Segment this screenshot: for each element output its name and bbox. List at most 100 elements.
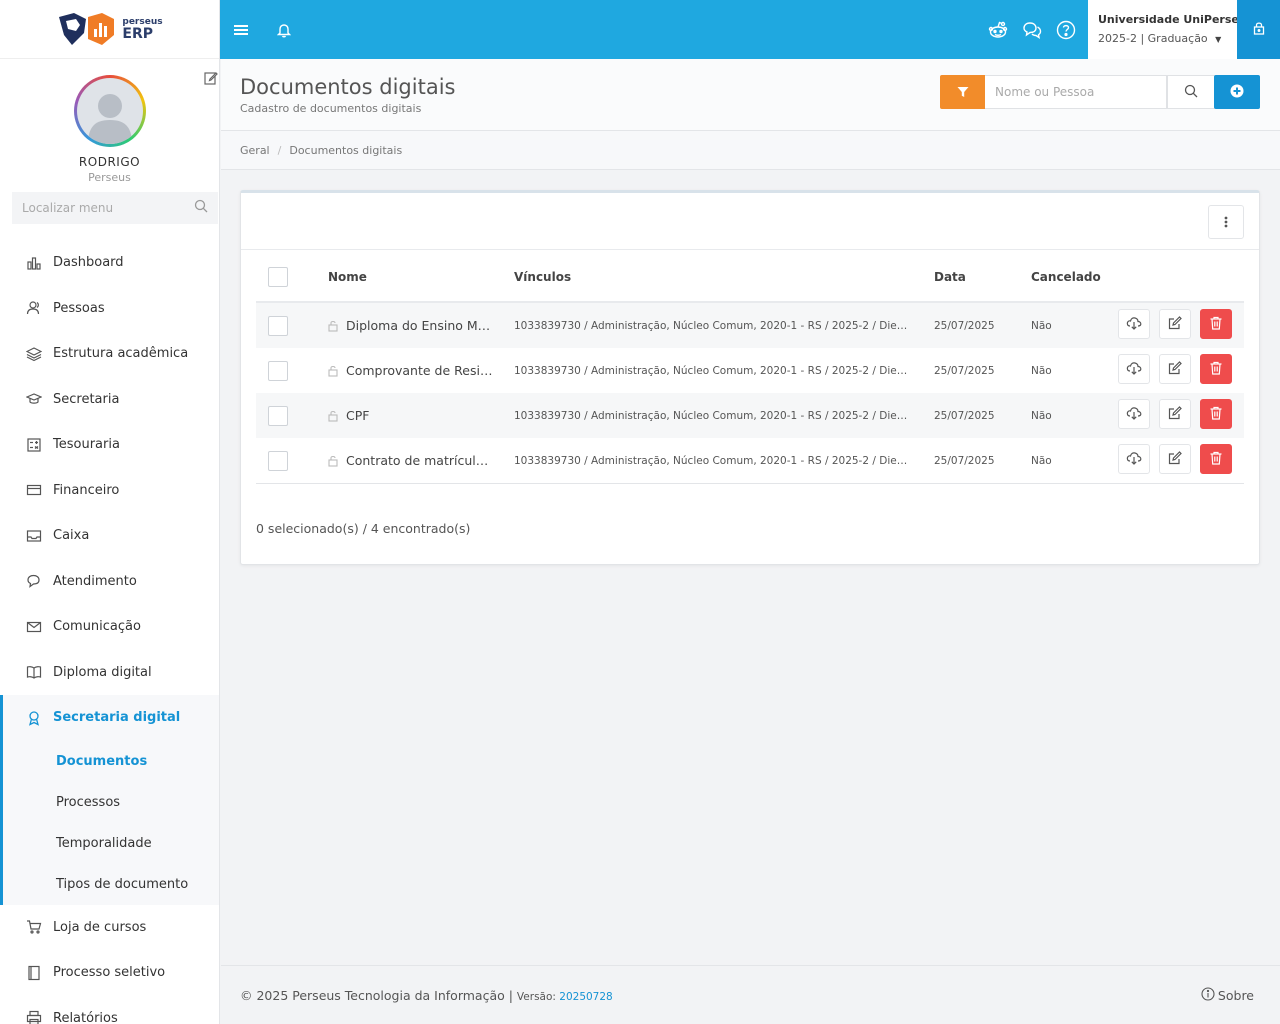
sidebar-item-label: Processo seletivo (53, 965, 166, 981)
download-button[interactable] (1118, 444, 1150, 474)
sidebar-item-financeiro[interactable]: Financeiro (0, 468, 219, 514)
documents-table: Nome Vínculos Data Cancelado Diploma do … (256, 250, 1244, 484)
sidebar-item-secretaria-digital[interactable]: Secretaria digital (3, 695, 219, 741)
table-row[interactable]: Contrato de matrícula assinado 103383973… (256, 438, 1244, 483)
edit-button[interactable] (1159, 354, 1191, 384)
search-icon[interactable] (194, 199, 208, 217)
bell-icon[interactable] (274, 0, 294, 59)
row-checkbox-cell (268, 303, 288, 348)
download-button[interactable] (1118, 354, 1150, 384)
inbox-icon (25, 527, 43, 545)
document-name-cell: Comprovante de Residência (328, 348, 494, 393)
document-links: 1033839730 / Administração, Núcleo Comum… (514, 454, 909, 467)
perseus-logo-mark (59, 13, 115, 45)
header-vinculos[interactable]: Vínculos (514, 250, 571, 303)
lock-button[interactable] (1237, 0, 1280, 59)
breadcrumb-item-geral[interactable]: Geral (240, 144, 270, 157)
help-icon[interactable] (1054, 0, 1078, 59)
header-data[interactable]: Data (934, 250, 966, 303)
period-selector[interactable]: 2025-2 | Graduação ▼ (1098, 32, 1227, 45)
delete-button[interactable] (1200, 399, 1232, 429)
select-all-checkbox[interactable] (268, 266, 288, 287)
menu-search-input[interactable] (22, 201, 194, 215)
document-canceled: Não (1031, 454, 1052, 467)
sidebar-item-processo-seletivo[interactable]: Processo seletivo (0, 950, 219, 996)
document-links-cell: 1033839730 / Administração, Núcleo Comum… (514, 348, 909, 393)
user-name: RODRIGO (78, 155, 141, 169)
document-date: 25/07/2025 (934, 409, 995, 422)
document-links: 1033839730 / Administração, Núcleo Comum… (514, 409, 909, 422)
document-date: 25/07/2025 (934, 319, 995, 332)
delete-button[interactable] (1200, 444, 1232, 474)
sidebar-item-estrutura-academica[interactable]: Estrutura acadêmica (0, 331, 219, 377)
sidebar-subitem-tipos-de-documento[interactable]: Tipos de documento (3, 864, 219, 905)
download-button[interactable] (1118, 309, 1150, 339)
table-row[interactable]: CPF 1033839730 / Administração, Núcleo C… (256, 393, 1244, 438)
chat-bubbles-icon[interactable] (1020, 0, 1044, 59)
sidebar-item-label: Secretaria digital (53, 710, 181, 726)
unlock-icon (328, 410, 338, 422)
sidebar-item-comunicacao[interactable]: Comunicação (0, 604, 219, 650)
table-row[interactable]: Diploma do Ensino Médio 1033839730 / Adm… (256, 303, 1244, 348)
footer-version-link[interactable]: 20250728 (559, 991, 612, 1003)
sidebar-item-tesouraria[interactable]: Tesouraria (0, 422, 219, 468)
edit-button[interactable] (1159, 399, 1191, 429)
sidebar-item-label: Secretaria (53, 391, 120, 407)
university-selector[interactable]: Universidade UniPerseus 2025-2 | Graduaç… (1088, 0, 1253, 59)
sidebar-item-dashboard[interactable]: Dashboard (0, 240, 219, 286)
cart-icon (25, 918, 43, 936)
header-cancelado[interactable]: Cancelado (1031, 250, 1101, 303)
hamburger-menu-icon[interactable] (230, 0, 252, 59)
delete-button[interactable] (1200, 309, 1232, 339)
chat-icon (25, 572, 43, 590)
sidebar-item-label: Loja de cursos (53, 919, 147, 935)
header-nome[interactable]: Nome (328, 250, 367, 303)
row-checkbox[interactable] (268, 360, 288, 381)
edit-icon (1168, 315, 1182, 333)
user-org: Perseus (88, 171, 131, 184)
filter-button[interactable] (940, 75, 985, 109)
award-icon (25, 709, 43, 727)
edit-profile-icon[interactable] (203, 71, 219, 87)
documents-card: Nome Vínculos Data Cancelado Diploma do … (240, 190, 1260, 565)
row-checkbox[interactable] (268, 450, 288, 471)
document-canceled: Não (1031, 319, 1052, 332)
add-button[interactable] (1214, 75, 1260, 109)
avatar[interactable] (73, 75, 146, 147)
sidebar-item-loja-de-cursos[interactable]: Loja de cursos (0, 905, 219, 951)
unlock-icon (328, 455, 338, 467)
layers-icon (25, 345, 43, 363)
sidebar-item-caixa[interactable]: Caixa (0, 513, 219, 559)
reddit-icon[interactable] (986, 0, 1010, 59)
edit-button[interactable] (1159, 444, 1191, 474)
footer-version-label: Versão: (516, 991, 560, 1003)
sidebar-subitem-documentos[interactable]: Documentos (3, 741, 219, 782)
row-checkbox[interactable] (268, 405, 288, 426)
sidebar-subitem-processos[interactable]: Processos (3, 782, 219, 823)
download-button[interactable] (1118, 399, 1150, 429)
document-name-cell: Diploma do Ensino Médio (328, 303, 494, 348)
cloud-download-icon (1126, 451, 1142, 468)
sidebar-item-diploma-digital[interactable]: Diploma digital (0, 650, 219, 696)
search-button[interactable] (1167, 75, 1215, 109)
logo-area[interactable]: perseus ERP (0, 0, 219, 59)
perseus-logo[interactable]: perseus ERP (56, 11, 163, 47)
info-icon (1201, 987, 1215, 1004)
breadcrumb-separator: / (277, 143, 282, 157)
about-link[interactable]: Sobre (1201, 987, 1254, 1004)
sidebar-item-atendimento[interactable]: Atendimento (0, 559, 219, 605)
table-row[interactable]: Comprovante de Residência 1033839730 / A… (256, 348, 1244, 393)
row-checkbox[interactable] (268, 315, 288, 336)
sidebar-subitem-temporalidade[interactable]: Temporalidade (3, 823, 219, 864)
sidebar-item-secretaria[interactable]: Secretaria (0, 377, 219, 423)
document-links-cell: 1033839730 / Administração, Núcleo Comum… (514, 438, 909, 483)
search-input[interactable] (985, 75, 1167, 109)
sidebar-item-relatorios[interactable]: Relatórios (0, 996, 219, 1024)
more-options-button[interactable] (1208, 205, 1244, 239)
people-icon (25, 299, 43, 317)
delete-button[interactable] (1200, 354, 1232, 384)
sidebar-item-label: Financeiro (53, 482, 120, 498)
sidebar-group-secretaria-digital: Secretaria digital Documentos Processos … (0, 695, 219, 905)
edit-button[interactable] (1159, 309, 1191, 339)
sidebar-item-pessoas[interactable]: Pessoas (0, 286, 219, 332)
